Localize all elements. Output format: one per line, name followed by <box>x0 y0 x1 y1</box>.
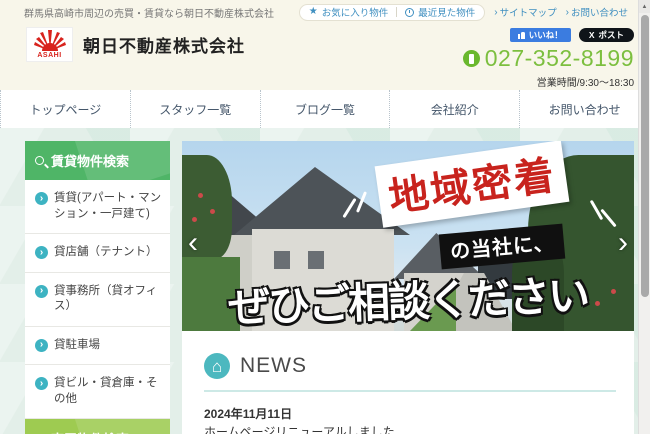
header-right-group: いいね！ X ポスト 027-352-8199 営業時間/9:30～18:30 <box>462 28 634 89</box>
circle-arrow-icon: › <box>35 246 48 260</box>
hero-flower <box>198 193 203 198</box>
news-entry-text: ホームページリニューアルしました <box>204 425 395 434</box>
circle-arrow-icon: › <box>35 284 48 298</box>
phone-row: 027-352-8199 <box>462 45 634 72</box>
like-label: いいね！ <box>528 30 563 40</box>
logo-wordmark: ASAHI <box>37 52 62 59</box>
sidebar-item-rental-office[interactable]: › 貸事務所（貸オフィス） <box>25 273 170 327</box>
nav-item-staff[interactable]: スタッフ一覧 <box>129 90 260 128</box>
main-content: 地域密着 の当社に、 ぜひご相談ください ‹ › ⌂ NEWS 2024年11月… <box>182 141 634 434</box>
facebook-like-button[interactable]: いいね！ <box>509 28 571 42</box>
item-label: 貸ビル・貸倉庫・その他 <box>54 377 158 405</box>
post-label: ポスト <box>598 30 624 40</box>
company-name: 朝日不動産株式会社 <box>83 37 245 56</box>
sidebar-item-rental-shop[interactable]: › 貸店舗（テナント） <box>25 234 170 273</box>
rental-search-list: › 賃貸(アパート・マンション・一戸建て) › 貸店舗（テナント） › 貸事務所… <box>25 180 170 420</box>
page-body: 賃貸物件検索 › 賃貸(アパート・マンション・一戸建て) › 貸店舗（テナント）… <box>0 128 650 434</box>
brand-logo-group[interactable]: ASAHI 朝日不動産株式会社 <box>26 27 245 62</box>
favorites-link[interactable]: ★ お気に入り物件 <box>308 5 389 20</box>
hero-carousel-slide[interactable]: 地域密着 の当社に、 ぜひご相談ください ‹ › <box>182 141 634 331</box>
nav-item-top[interactable]: トップページ <box>0 90 130 128</box>
business-hours: 営業時間/9:30～18:30 <box>536 78 634 89</box>
browser-scrollbar[interactable]: ▲ <box>638 0 650 434</box>
thumbs-up-icon <box>517 32 525 39</box>
nav-item-contact[interactable]: お問い合わせ <box>519 90 650 128</box>
item-label: 賃貸(アパート・マンション・一戸建て) <box>54 192 162 220</box>
top-utility-links: ★ お気に入り物件 最近見た物件 › サイトマップ › お問い合わせ <box>298 3 628 21</box>
sidebar-item-rental-apartment[interactable]: › 賃貸(アパート・マンション・一戸建て) <box>25 180 170 235</box>
top-utility-bar: 群馬県高崎市周辺の売買・賃貸なら朝日不動産株式会社 ★ お気に入り物件 最近見た… <box>0 0 650 24</box>
x-post-button[interactable]: X ポスト <box>578 28 634 42</box>
contact-label: お問い合わせ <box>570 8 628 19</box>
news-section: ⌂ NEWS 2024年11月11日 ホームページリニューアルしました <box>182 331 634 434</box>
hero-window <box>274 251 290 269</box>
news-entry-date: 2024年11月11日 <box>204 407 293 421</box>
sale-search-title: 売買物件検索 <box>51 429 129 434</box>
circle-arrow-icon: › <box>35 377 48 391</box>
sns-buttons: いいね！ X ポスト <box>463 28 634 42</box>
circle-arrow-icon: › <box>35 192 48 205</box>
scroll-up-button[interactable]: ▲ <box>639 0 650 13</box>
hero-flower <box>210 209 215 214</box>
rental-search-title: 賃貸物件検索 <box>51 154 130 169</box>
circle-arrow-icon: › <box>35 338 48 352</box>
sidebar-item-rental-building[interactable]: › 貸ビル・貸倉庫・その他 <box>25 365 170 420</box>
search-sidebar: 賃貸物件検索 › 賃貸(アパート・マンション・一戸建て) › 貸店舗（テナント）… <box>25 141 170 434</box>
nav-item-company[interactable]: 会社紹介 <box>389 90 519 128</box>
hero-window <box>308 251 324 269</box>
item-label: 貸事務所（貸オフィス） <box>54 284 158 313</box>
chevron-right-icon: › <box>565 6 569 18</box>
nav-item-blog[interactable]: ブログ一覧 <box>259 90 390 128</box>
sitemap-link[interactable]: › サイトマップ <box>494 5 557 20</box>
star-icon: ★ <box>308 6 318 17</box>
favorites-label: お気に入り物件 <box>321 8 389 19</box>
x-logo-icon: X <box>588 30 595 40</box>
news-header: ⌂ NEWS <box>204 353 616 379</box>
search-icon <box>35 156 44 165</box>
hero-flower <box>192 217 197 222</box>
home-icon: ⌂ <box>204 353 230 379</box>
news-entry[interactable]: 2024年11月11日 ホームページリニューアルしました <box>204 405 616 434</box>
page: 群馬県高崎市周辺の売買・賃貸なら朝日不動産株式会社 ★ お気に入り物件 最近見た… <box>0 0 650 434</box>
rental-search-header: 賃貸物件検索 <box>25 141 170 180</box>
saved-properties-pill: ★ お気に入り物件 最近見た物件 <box>298 3 486 21</box>
phone-number: 027-352-8199 <box>484 45 634 71</box>
sunburst-icon <box>33 30 66 51</box>
sale-search-header: 売買物件検索 <box>25 419 170 434</box>
carousel-prev-button[interactable]: ‹ <box>188 228 198 258</box>
chevron-right-icon: › <box>494 6 498 18</box>
hero-badge-company-text: の当社に、 <box>449 232 556 264</box>
item-label: 貸店舗（テナント） <box>54 246 158 259</box>
site-header: ASAHI 朝日不動産株式会社 いいね！ X ポスト 027-352-8199 … <box>0 24 650 90</box>
item-label: 貸駐車場 <box>54 338 100 351</box>
recently-viewed-label: 最近見た物件 <box>418 8 476 19</box>
contact-link[interactable]: › お問い合わせ <box>565 5 628 20</box>
main-nav: トップページ スタッフ一覧 ブログ一覧 会社紹介 お問い合わせ <box>0 90 650 128</box>
news-title: NEWS <box>240 354 307 377</box>
recently-viewed-link[interactable]: 最近見た物件 <box>405 5 475 19</box>
carousel-next-button[interactable]: › <box>618 228 628 258</box>
pill-divider <box>396 7 398 17</box>
sitemap-label: サイトマップ <box>499 8 557 19</box>
sidebar-item-rental-parking[interactable]: › 貸駐車場 <box>25 327 170 366</box>
news-divider <box>204 390 616 392</box>
asahi-logo: ASAHI <box>26 27 73 62</box>
phone-icon <box>462 50 480 67</box>
clock-icon <box>405 7 415 17</box>
scrollbar-thumb[interactable] <box>641 15 649 297</box>
site-tagline: 群馬県高崎市周辺の売買・賃貸なら朝日不動産株式会社 <box>24 8 274 20</box>
